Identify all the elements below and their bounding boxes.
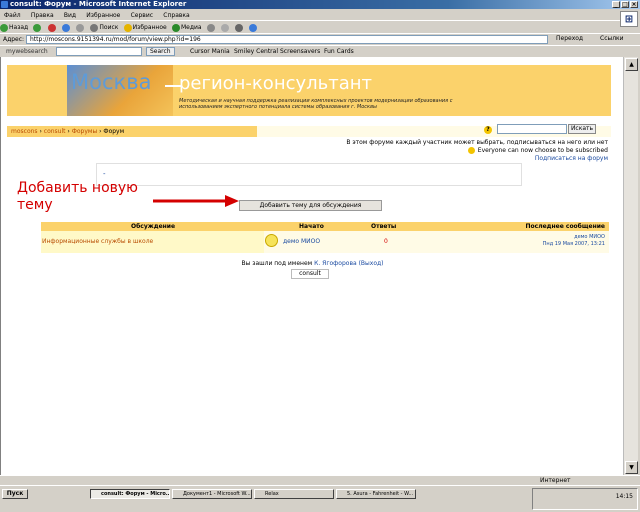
ie-app-icon — [1, 1, 8, 8]
star-icon — [123, 23, 132, 32]
taskbar: Пуск consult: Форум - Micro... Документ1… — [0, 485, 640, 512]
smiley-central-link[interactable]: Smiley Central — [234, 48, 278, 55]
address-input[interactable]: http://moscons.9151394.ru/mod/forum/view… — [26, 35, 548, 44]
login-info: Вы зашли под именем К. Ягофорова (Выход) — [1, 260, 624, 267]
forum-description: - — [103, 170, 106, 178]
browser-toolbar: Назад Поиск Избранное Медиа — [0, 20, 620, 33]
last-post-author[interactable]: демо МИОО — [574, 234, 605, 240]
breadcrumb-forums[interactable]: Форумы — [72, 128, 97, 135]
header-started: Начато — [299, 223, 324, 230]
help-icon[interactable]: ? — [484, 126, 492, 134]
mywebsearch-search-button[interactable]: Search — [146, 47, 175, 56]
links-button[interactable]: Ссылки — [600, 35, 624, 42]
refresh-icon — [61, 23, 70, 32]
window-title: consult: Форум - Microsoft Internet Expl… — [10, 0, 187, 8]
task-ie[interactable]: consult: Форум - Micro... — [90, 489, 170, 499]
address-label: Адрес: — [3, 36, 25, 43]
banner-city: Москва — [71, 70, 152, 94]
menu-favorites[interactable]: Избранное — [82, 12, 124, 19]
page-content: Москва регион-консультант Методическая и… — [0, 57, 623, 475]
maximize-button[interactable]: □ — [621, 1, 629, 8]
history-icon — [206, 23, 215, 32]
menu-tools[interactable]: Сервис — [127, 12, 157, 19]
back-arrow-icon — [0, 23, 8, 32]
system-tray: 14:15 — [532, 488, 638, 510]
subscribe-link[interactable]: Подписаться на форум — [321, 155, 608, 162]
forum-search-input[interactable] — [497, 124, 567, 134]
print-icon — [235, 23, 244, 32]
cursor-mania-link[interactable]: Cursor Mania — [190, 48, 230, 55]
address-bar: Адрес: http://moscons.9151394.ru/mod/for… — [0, 33, 640, 44]
forward-arrow-icon — [33, 23, 42, 32]
menu-file[interactable]: Файл — [0, 12, 25, 19]
menu-view[interactable]: Вид — [60, 12, 80, 19]
forum-search-button[interactable]: Искать — [568, 124, 596, 134]
annotation-arrow-icon — [153, 195, 239, 207]
mywebsearch-input[interactable] — [56, 47, 142, 56]
menu-bar: Файл Правка Вид Избранное Сервис Справка… — [0, 10, 640, 27]
banner-subtitle: Методическая и научная поддержка реализа… — [179, 98, 453, 110]
vertical-scrollbar[interactable]: ▲ ▼ — [623, 57, 638, 475]
window-title-bar[interactable]: consult: Форум - Microsoft Internet Expl… — [0, 0, 640, 9]
mywebsearch-toolbar: mywebsearch Search Cursor Mania Smiley C… — [0, 45, 640, 56]
subscription-info-en: Everyone can now choose to be subscribed — [321, 147, 608, 154]
clock: 14:15 — [615, 493, 633, 500]
minimize-button[interactable]: _ — [612, 1, 620, 8]
status-bar: Интернет — [0, 475, 640, 484]
media-icon — [171, 23, 180, 32]
breadcrumb: moscons › consult › Форумы › Форум — [11, 128, 125, 135]
avatar — [265, 234, 278, 247]
help-icon[interactable] — [467, 147, 475, 154]
task-winamp[interactable]: 5. Asura - Fahrenheit - W... — [336, 489, 416, 499]
header-last-post: Последнее сообщение — [525, 223, 606, 230]
menu-help[interactable]: Справка — [159, 12, 193, 19]
user-link[interactable]: К. Ягофорова — [314, 260, 357, 267]
fun-cards-link[interactable]: Fun Cards — [324, 48, 354, 55]
menu-edit[interactable]: Правка — [27, 12, 58, 19]
scroll-up-icon[interactable]: ▲ — [625, 58, 638, 71]
discussion-link[interactable]: Информационные службы в школе — [42, 238, 153, 245]
task-word[interactable]: Документ1 - Microsoft W... — [172, 489, 252, 499]
edit-icon — [249, 23, 258, 32]
last-post-date[interactable]: Пнд 19 Мая 2007, 13:21 — [543, 241, 605, 247]
subscription-info: В этом форуме каждый участник может выбр… — [346, 139, 608, 146]
windows-logo-icon: ⊞ — [620, 11, 638, 27]
started-by-link[interactable]: демо МИОО — [283, 238, 320, 245]
banner-title: регион-консультант — [179, 73, 373, 94]
screensavers-link[interactable]: Screensavers — [280, 48, 320, 55]
zone-label: Интернет — [540, 477, 571, 484]
scroll-down-icon[interactable]: ▼ — [625, 461, 638, 474]
task-relax[interactable]: Relax — [254, 489, 334, 499]
mail-icon — [221, 23, 230, 32]
table-header: Обсуждение Начато Ответы Последнее сообщ… — [41, 222, 609, 231]
breadcrumb-consult[interactable]: consult — [44, 128, 66, 135]
mywebsearch-logo: mywebsearch — [6, 48, 48, 55]
logout-link[interactable]: (Выход) — [359, 260, 384, 267]
add-topic-button[interactable]: Добавить тему для обсуждения — [239, 200, 382, 211]
stop-icon — [47, 23, 56, 32]
login-prefix: Вы зашли под именем — [241, 260, 313, 267]
course-button[interactable]: consult — [291, 269, 329, 279]
header-replies: Ответы — [371, 223, 397, 230]
replies-count[interactable]: 0 — [384, 238, 388, 245]
annotation-text: Добавить новую тему — [17, 180, 138, 213]
table-row: Информационные службы в школе демо МИОО … — [41, 231, 609, 253]
home-icon — [76, 23, 85, 32]
breadcrumb-moscons[interactable]: moscons — [11, 128, 38, 135]
close-button[interactable]: × — [630, 1, 638, 8]
start-button[interactable]: Пуск — [2, 489, 28, 499]
search-icon — [90, 23, 99, 32]
header-discussion: Обсуждение — [131, 223, 176, 230]
go-button[interactable]: Переход — [556, 35, 583, 42]
breadcrumb-forum: Форум — [103, 128, 125, 135]
